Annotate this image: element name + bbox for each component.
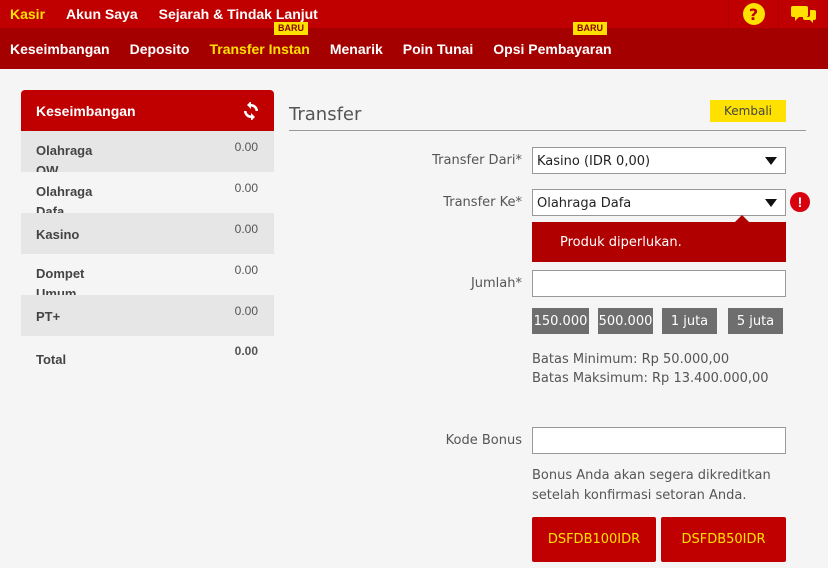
balance-panel-header: Keseimbangan <box>21 90 274 131</box>
quick-amount-button[interactable]: 150.000 <box>532 308 589 334</box>
balance-row: Olahraga OW 0.00 <box>21 131 274 172</box>
balance-row: Dompet Umum 0.00 <box>21 254 274 295</box>
title-divider <box>289 130 806 131</box>
tab-keseimbangan[interactable]: Keseimbangan <box>0 41 110 57</box>
chevron-down-icon <box>765 157 777 165</box>
min-limit-text: Batas Minimum: Rp 50.000,00 <box>532 352 730 367</box>
balance-name: Olahraga OW <box>36 143 93 172</box>
transfer-from-label: Transfer Dari* <box>432 153 522 168</box>
help-button[interactable]: ? <box>728 0 778 28</box>
transfer-to-value: Olahraga Dafa <box>537 196 632 211</box>
balance-name: PT+ <box>36 309 61 324</box>
balance-panel-title: Keseimbangan <box>36 102 136 119</box>
tab-poin-tunai[interactable]: Poin Tunai <box>393 41 474 57</box>
top-nav-akun-saya[interactable]: Akun Saya <box>56 6 138 22</box>
amount-input[interactable] <box>532 270 786 297</box>
top-icons: ? <box>728 0 828 28</box>
top-nav-sejarah[interactable]: Sejarah & Tindak Lanjut <box>149 6 318 22</box>
help-icon: ? <box>742 3 765 25</box>
balance-total-value: 0.00 <box>234 344 258 358</box>
balance-value: 0.00 <box>234 181 258 195</box>
tab-transfer-instan[interactable]: Transfer Instan <box>199 41 309 57</box>
balance-row: Kasino 0.00 <box>21 213 274 254</box>
balance-row: PT+ 0.00 <box>21 295 274 336</box>
bonus-info-line1: Bonus Anda akan segera dikreditkan <box>532 468 771 483</box>
quick-amount-button[interactable]: 5 juta <box>728 308 783 334</box>
new-badge-opsi: BARU <box>573 22 607 35</box>
balance-value: 0.00 <box>234 140 258 154</box>
bonus-code-button[interactable]: DSFDB50IDR <box>661 517 786 562</box>
quick-amount-button[interactable]: 500.000 <box>598 308 653 334</box>
bonus-code-input[interactable] <box>532 427 786 454</box>
balance-value: 0.00 <box>234 222 258 236</box>
error-message: Produk diperlukan. <box>532 222 786 262</box>
tab-opsi-pembayaran[interactable]: Opsi Pembayaran <box>483 41 611 57</box>
transfer-from-value: Kasino (IDR 0,00) <box>537 154 651 169</box>
back-button[interactable]: Kembali <box>710 100 786 122</box>
balance-panel: Keseimbangan Olahraga OW 0.00 Olahraga D… <box>21 90 274 377</box>
balance-name: Olahraga Dafa <box>36 184 93 213</box>
balance-row: Olahraga Dafa 0.00 <box>21 172 274 213</box>
quick-amount-button[interactable]: 1 juta <box>662 308 717 334</box>
bonus-info-line2: setelah konfirmasi setoran Anda. <box>532 488 747 503</box>
refresh-icon[interactable] <box>242 101 260 120</box>
transfer-to-label: Transfer Ke* <box>443 195 522 210</box>
max-limit-text: Batas Maksimum: Rp 13.400.000,00 <box>532 371 769 386</box>
chat-icon <box>790 6 816 23</box>
bonus-code-label: Kode Bonus <box>445 433 522 448</box>
balance-name: Dompet Umum <box>36 266 85 295</box>
balance-total-label: Total <box>36 352 67 367</box>
tab-menarik[interactable]: Menarik <box>320 41 383 57</box>
top-nav-kasir[interactable]: Kasir <box>0 6 45 22</box>
balance-name: Kasino <box>36 227 80 242</box>
amount-label: Jumlah* <box>470 276 522 291</box>
new-badge-transfer: BARU <box>274 22 308 35</box>
error-icon: ! <box>790 192 810 212</box>
balance-total-row: Total 0.00 <box>21 336 274 377</box>
chevron-down-icon <box>765 199 777 207</box>
transfer-from-select[interactable]: Kasino (IDR 0,00) <box>532 147 786 174</box>
page-title: Transfer <box>289 104 362 125</box>
chat-button[interactable] <box>778 0 828 28</box>
balance-value: 0.00 <box>234 263 258 277</box>
balance-list: Olahraga OW 0.00 Olahraga Dafa 0.00 Kasi… <box>21 131 274 377</box>
tab-deposito[interactable]: Deposito <box>120 41 190 57</box>
transfer-to-select[interactable]: Olahraga Dafa <box>532 189 786 216</box>
sub-nav: Keseimbangan Deposito Transfer Instan Me… <box>0 28 622 69</box>
bonus-code-button[interactable]: DSFDB100IDR <box>532 517 656 562</box>
error-tooltip-notch <box>735 215 749 222</box>
balance-value: 0.00 <box>234 304 258 318</box>
